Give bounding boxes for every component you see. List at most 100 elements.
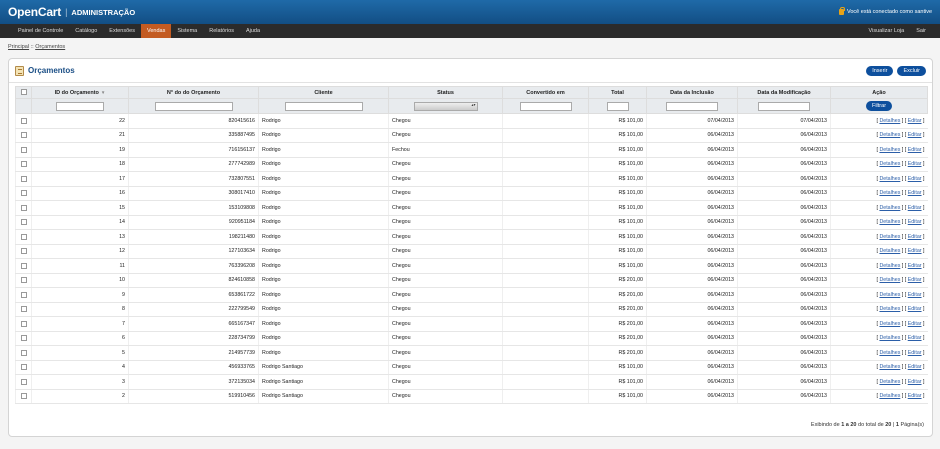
details-link[interactable]: Detalhes (879, 335, 900, 341)
menu-item-0[interactable]: Painel de Controle (12, 24, 69, 38)
col-header-date-added[interactable]: Data da Inclusão (646, 86, 738, 99)
edit-link[interactable]: Editar (908, 176, 922, 182)
row-checkbox[interactable] (20, 393, 27, 400)
row-checkbox[interactable] (20, 190, 27, 197)
cell-actions: [ Detalhes ] [ Editar ] (830, 229, 928, 245)
details-link[interactable]: Detalhes (879, 176, 900, 182)
menu-item-3[interactable]: Vendas (140, 24, 172, 38)
row-checkbox[interactable] (20, 175, 27, 182)
details-link[interactable]: Detalhes (879, 364, 900, 370)
edit-link[interactable]: Editar (908, 161, 922, 167)
filter-converted-input[interactable] (519, 101, 572, 111)
col-header-customer[interactable]: Cliente (258, 86, 389, 99)
cell-number: 519910456 (128, 389, 259, 404)
row-checkbox[interactable] (20, 146, 27, 153)
col-header-total[interactable]: Total (588, 86, 647, 99)
row-checkbox[interactable] (20, 233, 27, 240)
delete-button[interactable]: Excluir (897, 65, 926, 76)
filter-customer-input[interactable] (284, 101, 363, 111)
details-link[interactable]: Detalhes (879, 118, 900, 124)
row-checkbox[interactable] (20, 320, 27, 327)
details-link[interactable]: Detalhes (879, 248, 900, 254)
filter-total-input[interactable] (606, 101, 629, 111)
edit-link[interactable]: Editar (908, 263, 922, 269)
menu-item-6[interactable]: Ajuda (240, 24, 266, 38)
details-link[interactable]: Detalhes (879, 147, 900, 153)
insert-button[interactable]: Inserir (866, 65, 894, 76)
row-checkbox[interactable] (20, 204, 27, 211)
cell-date-added: 06/04/2013 (646, 316, 738, 332)
filter-button[interactable]: Filtrar (865, 101, 893, 111)
details-link[interactable]: Detalhes (879, 306, 900, 312)
row-checkbox[interactable] (20, 219, 27, 226)
details-link[interactable]: Detalhes (879, 277, 900, 283)
row-checkbox[interactable] (20, 277, 27, 284)
edit-link[interactable]: Editar (908, 306, 922, 312)
edit-link[interactable]: Editar (908, 147, 922, 153)
main-menu: Painel de Controle Catálogo Extensões Venda… (0, 24, 940, 38)
filter-date-added-input[interactable] (666, 101, 718, 111)
menu-item-4[interactable]: Sistema (171, 24, 203, 38)
menu-item-1[interactable]: Catálogo (69, 24, 103, 38)
details-link[interactable]: Detalhes (879, 205, 900, 211)
edit-link[interactable]: Editar (908, 364, 922, 370)
row-checkbox[interactable] (20, 378, 27, 385)
filter-status-select[interactable] (413, 101, 478, 111)
menu-right-item-0[interactable]: Visualizar Loja (863, 24, 911, 38)
row-checkbox[interactable] (20, 364, 27, 371)
row-checkbox[interactable] (20, 262, 27, 269)
row-checkbox[interactable] (20, 291, 27, 298)
edit-link[interactable]: Editar (908, 234, 922, 240)
edit-link[interactable]: Editar (908, 335, 922, 341)
col-header-status[interactable]: Status (388, 86, 503, 99)
row-checkbox[interactable] (20, 306, 27, 313)
breadcrumb-current-link[interactable]: Orçamentos (35, 44, 65, 50)
details-link[interactable]: Detalhes (879, 379, 900, 385)
edit-link[interactable]: Editar (908, 350, 922, 356)
details-link[interactable]: Detalhes (879, 393, 900, 399)
breadcrumb-home-link[interactable]: Principal (8, 44, 29, 50)
details-link[interactable]: Detalhes (879, 263, 900, 269)
menu-item-2[interactable]: Extensões (103, 24, 141, 38)
details-link[interactable]: Detalhes (879, 219, 900, 225)
edit-link[interactable]: Editar (908, 393, 922, 399)
edit-link[interactable]: Editar (908, 292, 922, 298)
row-checkbox[interactable] (20, 335, 27, 342)
edit-link[interactable]: Editar (908, 379, 922, 385)
details-link[interactable]: Detalhes (879, 350, 900, 356)
cell-total: R$ 101,00 (588, 128, 647, 143)
edit-link[interactable]: Editar (908, 321, 922, 327)
edit-link[interactable]: Editar (908, 219, 922, 225)
details-link[interactable]: Detalhes (879, 292, 900, 298)
edit-link[interactable]: Editar (908, 190, 922, 196)
details-link[interactable]: Detalhes (879, 190, 900, 196)
col-header-converted[interactable]: Convertido em (502, 86, 589, 99)
row-checkbox[interactable] (20, 248, 27, 255)
details-link[interactable]: Detalhes (879, 161, 900, 167)
select-all-checkbox[interactable] (20, 89, 27, 96)
col-header-id[interactable]: ID do Orçamento ▼ (31, 86, 129, 99)
cell-actions: [ Detalhes ] [ Editar ] (830, 316, 928, 332)
row-select-cell (15, 186, 32, 201)
cell-actions: [ Detalhes ] [ Editar ] (830, 331, 928, 346)
table-row: 6 228734799 Rodrigo Chegou R$ 201,00 06/04/20… (15, 331, 928, 346)
edit-link[interactable]: Editar (908, 118, 922, 124)
edit-link[interactable]: Editar (908, 277, 922, 283)
edit-link[interactable]: Editar (908, 132, 922, 138)
filter-id-input[interactable] (56, 101, 104, 111)
details-link[interactable]: Detalhes (879, 321, 900, 327)
row-checkbox[interactable] (20, 117, 27, 124)
filter-date-modified-input[interactable] (758, 101, 810, 111)
col-header-number[interactable]: N° do do Orçamento (128, 86, 259, 99)
row-checkbox[interactable] (20, 349, 27, 356)
edit-link[interactable]: Editar (908, 248, 922, 254)
col-header-date-modified[interactable]: Data da Modificação (737, 86, 831, 99)
details-link[interactable]: Detalhes (879, 234, 900, 240)
row-checkbox[interactable] (20, 161, 27, 168)
edit-link[interactable]: Editar (908, 205, 922, 211)
row-checkbox[interactable] (20, 132, 27, 139)
filter-number-input[interactable] (154, 101, 233, 111)
menu-right-item-1[interactable]: Sair (910, 24, 932, 38)
details-link[interactable]: Detalhes (879, 132, 900, 138)
menu-item-5[interactable]: Relatórios (203, 24, 240, 38)
